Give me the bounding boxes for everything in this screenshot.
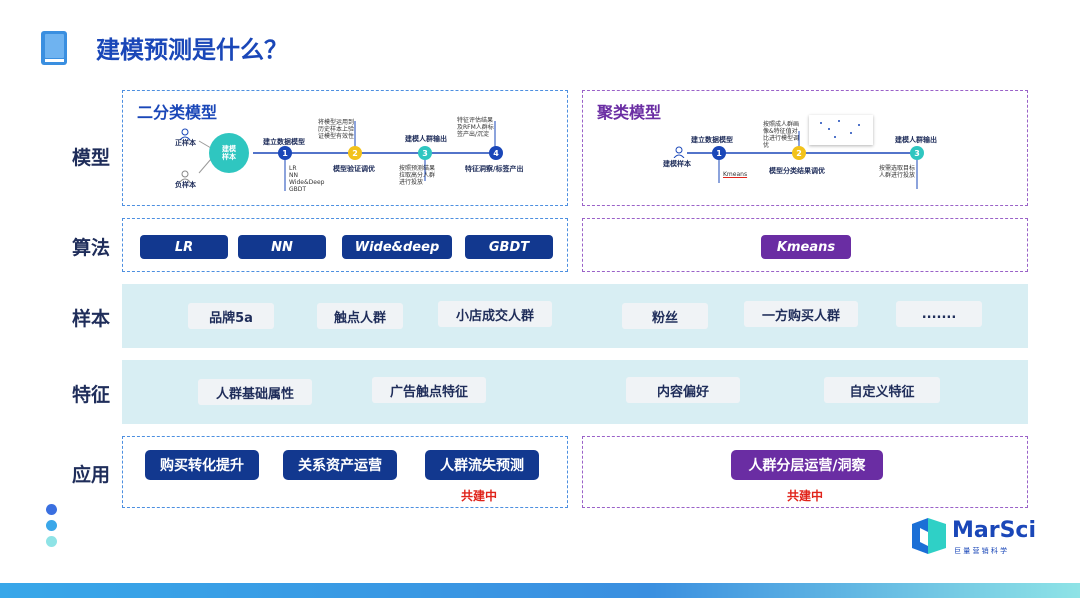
cluster-scatter-thumbnail <box>809 115 873 145</box>
step-1-circle: 1 <box>278 146 292 160</box>
row-label-feature: 特征 <box>72 384 111 406</box>
algorithm-binary-box: LR NN Wide&deep GBDT <box>122 218 568 272</box>
feature-content-preference: 内容偏好 <box>626 377 740 403</box>
application-cluster-box: 人群分层运营/洞察 共建中 <box>582 436 1028 508</box>
cluster-step-1-note: Kmeans <box>723 171 748 178</box>
modeling-sample-node: 建模样本 <box>209 133 249 173</box>
application-binary-box: 购买转化提升 关系资产运营 人群流失预测 共建中 <box>122 436 568 508</box>
algorithm-lr: LR <box>140 235 228 259</box>
book-icon <box>40 30 68 66</box>
sample-first-party-buyers: 一方购买人群 <box>744 301 858 327</box>
cluster-step-1-label: 建立数据模型 <box>691 136 733 144</box>
co-building-label: 共建中 <box>787 489 824 503</box>
bottom-gradient-bar <box>0 583 1080 598</box>
sample-store-buyers: 小店成交人群 <box>438 301 552 327</box>
cluster-model-box: 聚类模型 建模样本 1 建立数据模型 Kmeans 2 模型分类结果调优 按照成… <box>582 90 1028 206</box>
decor-dot <box>46 520 57 531</box>
feature-custom: 自定义特征 <box>824 377 940 403</box>
logo-subtitle: 巨 量 营 销 科 学 <box>954 547 1008 555</box>
algorithm-kmeans: Kmeans <box>761 235 851 259</box>
app-relationship-asset: 关系资产运营 <box>283 450 397 480</box>
step-3-label: 建模人群输出 <box>405 135 447 143</box>
row-label-model: 模型 <box>72 147 111 169</box>
sample-band: 品牌5a 触点人群 小店成交人群 粉丝 一方购买人群 ....... <box>122 284 1028 348</box>
row-label-sample: 样本 <box>72 308 111 330</box>
app-churn-prediction: 人群流失预测 <box>425 450 539 480</box>
cluster-step-2-note: 按照成人群画像&特征值对比进行模型调优 <box>763 121 800 149</box>
marsci-logo: MarSci 巨 量 营 销 科 学 <box>910 516 1040 560</box>
sample-more: ....... <box>896 301 982 327</box>
step-4-note: 特征评估结果及RFM人群标签产出/沉淀 <box>457 117 494 138</box>
step-2-circle: 2 <box>348 146 362 160</box>
step-2-note: 将模型运用到历史样本上验证模型有效性 <box>318 119 355 140</box>
sample-fans: 粉丝 <box>622 303 708 329</box>
algorithm-cluster-box: Kmeans <box>582 218 1028 272</box>
step-4-label: 特征洞察/标签产出 <box>465 165 524 173</box>
cluster-step-1-circle: 1 <box>712 146 726 160</box>
step-1-note: LR NN Wide&Deep GBDT <box>289 165 325 193</box>
cluster-step-3-circle: 3 <box>910 146 924 160</box>
step-4-circle: 4 <box>489 146 503 160</box>
step-3-note: 按照预测结果拉取高分人群进行投放 <box>399 165 436 186</box>
cluster-step-3-note: 按需选取目标人群进行投放 <box>879 165 916 179</box>
sample-touchpoint-crowd: 触点人群 <box>317 303 403 329</box>
decor-dot <box>46 504 57 515</box>
row-label-algorithm: 算法 <box>72 237 111 259</box>
row-label-application: 应用 <box>72 464 111 486</box>
modeling-sample-label: 建模样本 <box>222 145 236 161</box>
algorithm-gbdt: GBDT <box>465 235 553 259</box>
sample-brand-5a: 品牌5a <box>188 303 274 329</box>
co-building-label: 共建中 <box>461 489 498 503</box>
app-purchase-conversion: 购买转化提升 <box>145 450 259 480</box>
logo-name: MarSci <box>952 518 1037 543</box>
feature-band: 人群基础属性 广告触点特征 内容偏好 自定义特征 <box>122 360 1028 424</box>
decor-dot <box>46 536 57 547</box>
app-crowd-segmentation: 人群分层运营/洞察 <box>731 450 883 480</box>
step-3-circle: 3 <box>418 146 432 160</box>
step-1-label: 建立数据模型 <box>263 138 305 146</box>
algorithm-wide-deep: Wide&deep <box>342 235 452 259</box>
algorithm-nn: NN <box>238 235 326 259</box>
feature-basic-attributes: 人群基础属性 <box>198 379 312 405</box>
page-title: 建模预测是什么？ <box>96 36 288 64</box>
binary-model-box: 二分类模型 正样本 负样本 建模样本 1 建立数据模型 LR NN Wide&D… <box>122 90 568 206</box>
feature-ad-touchpoints: 广告触点特征 <box>372 377 486 403</box>
cluster-step-3-label: 建模人群输出 <box>895 136 937 144</box>
cluster-step-2-label: 模型分类结果调优 <box>769 167 825 175</box>
step-2-label: 模型验证调优 <box>333 165 375 173</box>
